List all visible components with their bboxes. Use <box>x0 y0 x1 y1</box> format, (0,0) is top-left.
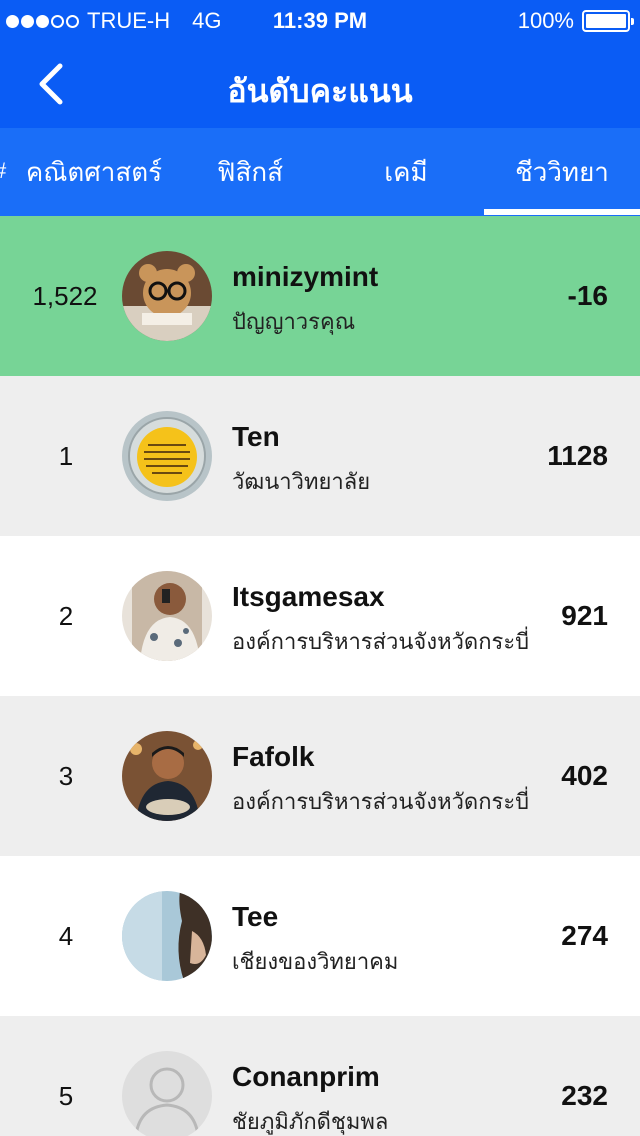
avatar <box>122 251 212 341</box>
user-school: เชียงของวิทยาคม <box>232 949 399 974</box>
user-score: 274 <box>561 920 608 951</box>
tab-physics[interactable]: ฟิสิกส์ <box>180 128 320 216</box>
user-name: Tee <box>232 901 279 932</box>
leaderboard-row[interactable]: 2 Itsgamesax องค์การบริหารส่วนจังหวัดกระ… <box>0 536 640 696</box>
tab-label: ชีววิทยา <box>515 156 609 187</box>
avatar <box>122 571 212 661</box>
user-name: Fafolk <box>232 741 315 772</box>
navigation-bar: อันดับคะแนน <box>0 40 640 128</box>
user-school: ชัยภูมิภักดีชุมพล <box>232 1109 389 1134</box>
avatar <box>122 891 212 981</box>
user-school: องค์การบริหารส่วนจังหวัดกระบี่ <box>232 629 530 654</box>
leaderboard-list: 1,522 minizymint ปัญญาวรคุณ -16 1 Ten วั… <box>0 216 640 1136</box>
avatar <box>122 411 212 501</box>
rank-number: 2 <box>58 600 74 631</box>
user-score: 921 <box>561 600 608 631</box>
leaderboard-row[interactable]: 4 Tee เชียงของวิทยาคม 274 <box>0 856 640 1016</box>
battery-info: 100% <box>517 8 634 34</box>
leaderboard-row[interactable]: 3 Fafolk องค์การบริหารส่วนจังหวัดกระบี่ … <box>0 696 640 856</box>
tab-label: ฟิสิกส์ <box>217 156 283 187</box>
leaderboard-row[interactable]: 1 Ten วัฒนาวิทยาลัย 1128 <box>0 376 640 536</box>
my-rank-row[interactable]: 1,522 minizymint ปัญญาวรคุณ -16 <box>0 216 640 376</box>
tab-label: เคมี <box>384 156 428 187</box>
tab-biology[interactable]: ชีววิทยา <box>484 128 640 216</box>
tab-label: คณิตศาสตร์ <box>25 156 163 187</box>
rank-number: 5 <box>58 1080 74 1111</box>
subject-tabs: # คณิตศาสตร์ ฟิสิกส์ เคมี ชีววิทยา <box>0 128 640 216</box>
avatar <box>122 731 212 821</box>
tab-overflow-indicator: # <box>0 158 6 184</box>
leaderboard-row[interactable]: 5 Conanprim ชัยภูมิภักดีชุมพล 232 <box>0 1016 640 1136</box>
rank-number: 4 <box>58 920 74 951</box>
active-tab-indicator <box>484 209 640 215</box>
user-score: -16 <box>567 280 608 311</box>
user-school: ปัญญาวรคุณ <box>232 309 356 334</box>
user-name: Ten <box>232 421 280 452</box>
tab-chemistry[interactable]: เคมี <box>336 128 476 216</box>
tab-math[interactable]: คณิตศาสตร์ <box>14 128 174 216</box>
page-title: อันดับคะแนน <box>227 73 413 109</box>
user-school: วัฒนาวิทยาลัย <box>232 469 371 494</box>
user-name: Conanprim <box>232 1061 380 1092</box>
user-score: 1128 <box>547 440 608 471</box>
default-avatar-icon <box>122 1051 212 1136</box>
battery-percent: 100% <box>517 8 574 33</box>
user-name: minizymint <box>232 261 379 292</box>
rank-number: 3 <box>58 760 74 791</box>
user-score: 402 <box>561 760 608 791</box>
battery-icon <box>582 10 634 32</box>
rank-number: 1 <box>58 440 74 471</box>
user-name: Itsgamesax <box>232 581 385 612</box>
user-score: 232 <box>561 1080 608 1111</box>
status-bar: TRUE-H 4G 11:39 PM 100% <box>0 0 640 40</box>
user-school: องค์การบริหารส่วนจังหวัดกระบี่ <box>232 789 530 814</box>
rank-number: 1,522 <box>32 280 98 311</box>
